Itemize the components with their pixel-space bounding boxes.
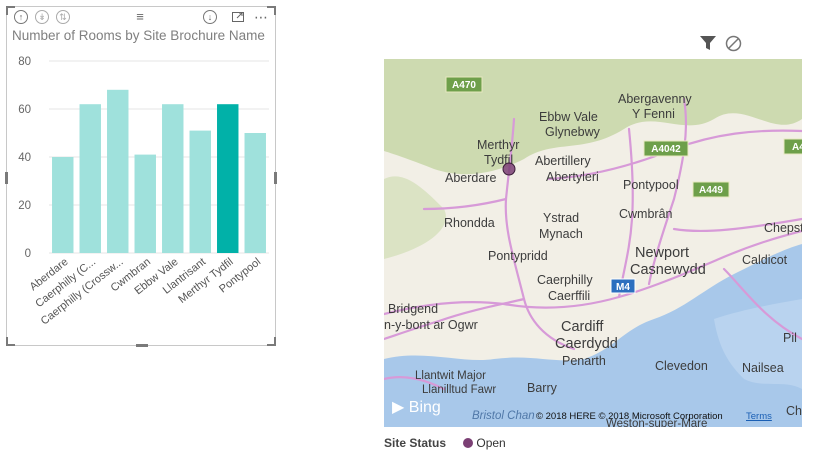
a4-road-shield: A4 — [783, 138, 802, 155]
legend-open-marker — [463, 438, 474, 448]
label-casnewydd: Casnewydd — [630, 262, 706, 278]
label-newport: Newport — [635, 245, 689, 261]
map-header-icons — [699, 35, 747, 53]
bar-merthyr-tydfil[interactable] — [217, 104, 239, 253]
blocked-icon[interactable] — [725, 35, 742, 57]
bar-pontypool[interactable] — [244, 133, 266, 253]
map-legend: Site Status Open — [384, 436, 506, 450]
label-glynebwy: Glynebwy — [545, 125, 601, 139]
bar-caerphilly-c[interactable] — [79, 104, 101, 253]
y-tick-label: 0 — [25, 248, 31, 260]
label-aberdare: Aberdare — [445, 171, 496, 185]
x-axis: AberdareCaerphilly (C...Caerphilly (Cros… — [28, 256, 264, 328]
bar-llantrisant[interactable] — [189, 130, 211, 253]
y-axis: 0 20 40 60 80 — [18, 56, 31, 260]
m4-road-shield: M4 — [610, 278, 636, 294]
legend-title: Site Status — [384, 436, 447, 450]
bar-aberdare[interactable] — [52, 157, 74, 253]
label-bridgend: Bridgend — [388, 302, 438, 316]
svg-text:A4: A4 — [792, 142, 802, 153]
more-options-icon[interactable]: ⋯ — [254, 10, 268, 24]
bar-cwmbran[interactable] — [134, 154, 156, 253]
chart-bars — [52, 89, 266, 253]
label-ystrad: Ystrad — [543, 211, 579, 225]
label-penarth: Penarth — [562, 354, 606, 368]
bing-icon: ▶ — [392, 399, 405, 416]
bar-chart-visual[interactable]: ↑ ↡ ⇅ ≡ ↓ ⋯ Number of Rooms by Site Broc… — [5, 6, 277, 347]
label-nailsea: Nailsea — [742, 361, 784, 375]
legend-item-open[interactable]: Open — [476, 436, 505, 450]
label-cwmbran: Cwmbrân — [619, 207, 673, 221]
y-tick-label: 20 — [18, 200, 31, 212]
drill-down-all-icon[interactable]: ↡ — [35, 10, 49, 24]
site-location-pin — [502, 162, 516, 176]
label-abertillery: Abertillery — [535, 154, 591, 168]
drill-mode-icon[interactable]: ↓ — [203, 10, 217, 24]
label-merthyr: Merthyr — [477, 138, 519, 152]
visual-header-toolbar: ↑ ↡ ⇅ ≡ ↓ ⋯ — [7, 7, 275, 27]
y-tick-label: 60 — [18, 104, 31, 116]
label-cardiff: Cardiff — [561, 319, 604, 335]
label-y-fenni: Y Fenni — [632, 107, 675, 121]
a449-road-shield: A449 — [692, 181, 730, 198]
label-pil: Pil — [783, 331, 797, 345]
svg-text:M4: M4 — [616, 282, 630, 293]
label-ebbw-vale: Ebbw Vale — [539, 110, 598, 124]
bar-caerphilly-crossw[interactable] — [107, 89, 129, 253]
a4042-road-shield: A4042 — [643, 140, 689, 157]
focus-mode-icon[interactable] — [231, 10, 245, 24]
bar-ebbw-vale[interactable] — [162, 104, 184, 253]
label-abertyleri: Abertyleri — [546, 170, 599, 184]
label-pontypool: Pontypool — [623, 178, 679, 192]
svg-text:A449: A449 — [699, 185, 723, 196]
label-abergavenny: Abergavenny — [618, 92, 692, 106]
label-clevedon: Clevedon — [655, 359, 708, 373]
label-pen-y-bont: n-y-bont ar Ogwr — [384, 318, 478, 332]
label-chepst: Chepst — [764, 221, 802, 235]
bing-logo: ▶ Bing — [392, 399, 441, 416]
label-che: Che — [786, 404, 802, 418]
label-barry: Barry — [527, 381, 558, 395]
svg-text:A470: A470 — [452, 80, 476, 91]
label-caerphilly: Caerphilly — [537, 273, 593, 287]
label-caerffili: Caerffili — [548, 289, 590, 303]
y-tick-label: 40 — [18, 152, 31, 164]
y-tick-label: 80 — [18, 56, 31, 68]
hills-area-2 — [384, 176, 446, 259]
expand-hierarchy-icon[interactable]: ⇅ — [56, 10, 70, 24]
chart-title: Number of Rooms by Site Brochure Name — [12, 28, 265, 43]
label-caerdydd: Caerdydd — [555, 336, 618, 352]
terms-link[interactable]: Terms — [746, 411, 772, 422]
filter-icon[interactable] — [699, 35, 717, 56]
label-pontypridd: Pontypridd — [488, 249, 548, 263]
map-visual[interactable]: M4 A470 A4042 A449 A4 Abergavenny Y Fenn… — [384, 59, 802, 427]
label-bristol-channel: Bristol Chan — [472, 410, 535, 422]
map-canvas[interactable]: M4 A470 A4042 A449 A4 Abergavenny Y Fenn… — [384, 59, 802, 427]
map-copyright: © 2018 HERE © 2018 Microsoft Corporation — [536, 411, 723, 422]
bar-chart: 0 20 40 60 80 AberdareCaerphilly (C...Caerph… — [18, 56, 269, 328]
label-rhondda: Rhondda — [444, 216, 495, 230]
label-caldicot: Caldicot — [742, 253, 788, 267]
label-mynach: Mynach — [539, 227, 583, 241]
drill-up-icon[interactable]: ↑ — [14, 10, 28, 24]
svg-text:A4042: A4042 — [651, 144, 681, 155]
a470-road-shield: A470 — [445, 76, 483, 93]
label-llanilltud: Llanilltud Fawr — [422, 384, 496, 396]
label-llantwit: Llantwit Major — [415, 370, 486, 382]
drag-handle-icon[interactable]: ≡ — [133, 10, 147, 24]
